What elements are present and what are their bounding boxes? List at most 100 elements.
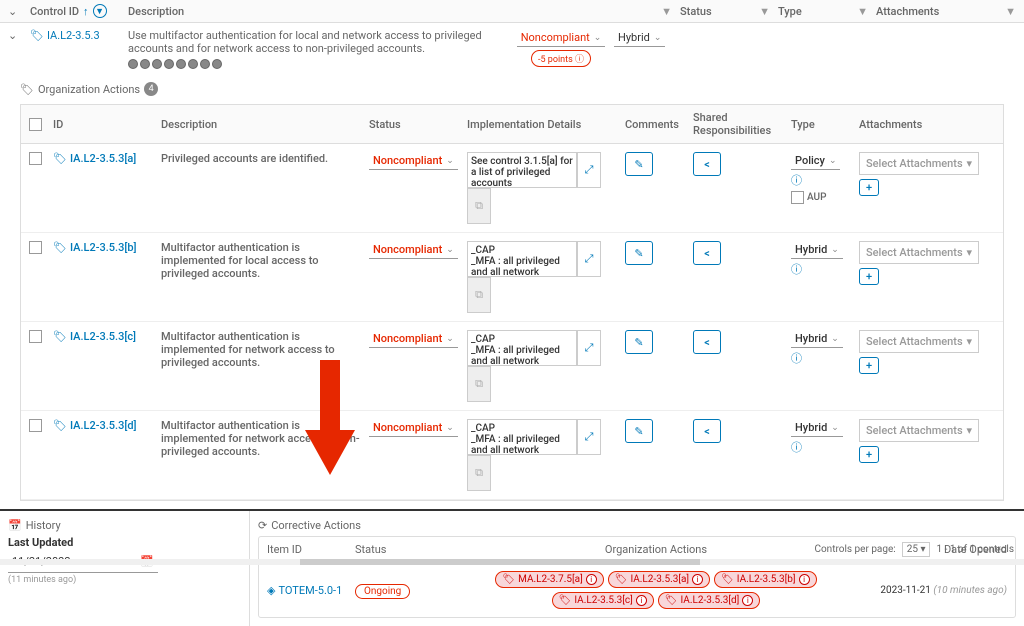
hdr-description[interactable]: Description — [128, 5, 184, 18]
hdr-status[interactable]: Status — [680, 5, 712, 18]
edit-comment-button[interactable]: ✎ — [625, 330, 653, 354]
aup-checkbox[interactable] — [791, 191, 804, 204]
row-checkbox[interactable] — [29, 419, 42, 432]
corrective-item-link[interactable]: ◈ TOTEM-5.0-1 — [267, 584, 347, 597]
info-icon[interactable]: ⓘ — [791, 350, 851, 366]
type-select[interactable]: Hybrid ⌄ — [791, 241, 843, 259]
pagination-footer: Controls per page: 25 ▾ 1 - 1 of 1 contr… — [814, 542, 1014, 557]
tag-icon: 🏷 — [20, 83, 34, 96]
calendar-icon: 📅 — [8, 519, 22, 532]
filter-icon[interactable]: ▼ — [1005, 5, 1016, 18]
status-select[interactable]: Noncompliant ⌄ — [369, 419, 458, 437]
expand-all-chevron[interactable]: ⌄ — [8, 5, 22, 18]
add-attachment-button[interactable]: + — [859, 179, 879, 196]
select-all-checkbox[interactable] — [29, 118, 42, 131]
status-select[interactable]: Noncompliant ⌄ — [369, 330, 458, 348]
expand-icon[interactable]: ⤢ — [577, 419, 601, 455]
share-button[interactable]: < — [693, 152, 721, 176]
sub-table-header: ID Description Status Implementation Det… — [21, 105, 1003, 144]
history-panel: 📅History Last Updated 11/21/2023 📅 (11 m… — [0, 511, 250, 626]
type-select[interactable]: Hybrid ⌄ — [791, 330, 843, 348]
per-page-select[interactable]: 25 ▾ — [902, 542, 931, 557]
horizontal-scrollbar[interactable] — [0, 559, 1024, 565]
org-action-tag[interactable]: 🏷MA.L2-3.7.5[a]i — [495, 571, 603, 588]
corrective-action-row: ◈ TOTEM-5.0-1 Ongoing 🏷MA.L2-3.7.5[a]i 🏷I… — [259, 563, 1015, 617]
edit-comment-button[interactable]: ✎ — [625, 241, 653, 265]
objective-dots — [128, 59, 508, 72]
status-badge-ongoing: Ongoing — [355, 584, 410, 599]
add-attachment-button[interactable]: + — [859, 357, 879, 374]
add-attachment-button[interactable]: + — [859, 446, 879, 463]
status-select[interactable]: Noncompliant ⌄ — [369, 152, 458, 170]
points-badge: -5 points ⓘ — [531, 50, 591, 67]
edit-comment-button[interactable]: ✎ — [625, 419, 653, 443]
org-action-tag[interactable]: 🏷IA.L2-3.5.3[c]i — [552, 592, 654, 609]
share-button[interactable]: < — [693, 419, 721, 443]
type-select[interactable]: Policy ⌄ — [791, 152, 840, 170]
share-button[interactable]: < — [693, 330, 721, 354]
controls-table-header: ⌄ Control ID ↑ ▼ Description ▼ Status ▼ … — [0, 0, 1024, 23]
info-icon[interactable]: ⓘ — [791, 172, 851, 188]
status-select[interactable]: Noncompliant ⌄ — [517, 29, 606, 47]
corrective-actions-panel: ⟳Corrective Actions Item ID Status Organ… — [250, 511, 1024, 626]
filter-icon[interactable]: ▼ — [759, 5, 770, 18]
hdr-attachments[interactable]: Attachments — [876, 5, 939, 18]
row-checkbox[interactable] — [29, 241, 42, 254]
table-row: 🏷IA.L2-3.5.3[a] Privileged accounts are … — [21, 144, 1003, 233]
add-attachment-button[interactable]: + — [859, 268, 879, 285]
org-actions-table: ID Description Status Implementation Det… — [20, 104, 1004, 501]
type-select[interactable]: Hybrid ⌄ — [791, 419, 843, 437]
info-icon[interactable]: ⓘ — [791, 261, 851, 277]
expand-icon[interactable]: ⤢ — [577, 152, 601, 188]
chevron-down-icon: ⌄ — [654, 33, 662, 43]
tag-icon: 🏷 — [30, 29, 44, 42]
org-action-tag[interactable]: 🏷IA.L2-3.5.3[b]i — [714, 571, 817, 588]
hdr-type[interactable]: Type — [778, 5, 802, 18]
copy-icon: ⧉ — [467, 277, 491, 313]
attachments-select[interactable]: Select Attachments▾ — [859, 241, 979, 264]
hdr-control-id[interactable]: Control ID — [30, 5, 79, 18]
filter-icon[interactable]: ▼ — [857, 5, 868, 18]
control-row: ⌄ 🏷 IA.L2-3.5.3 Use multifactor authenti… — [0, 23, 1024, 78]
action-id-link[interactable]: 🏷IA.L2-3.5.3[b] — [53, 241, 153, 254]
table-row: 🏷IA.L2-3.5.3[c] Multifactor authenticati… — [21, 322, 1003, 411]
filter-icon[interactable]: ▼ — [661, 5, 672, 18]
copy-icon: ⧉ — [467, 366, 491, 402]
implementation-details-text[interactable]: _CAP_MFA : all privileged and all networ… — [467, 419, 577, 455]
implementation-details-text[interactable]: See control 3.1.5[a] for a list of privi… — [467, 152, 577, 188]
action-id-link[interactable]: 🏷IA.L2-3.5.3[c] — [53, 330, 153, 343]
expand-icon[interactable]: ⤢ — [577, 330, 601, 366]
org-actions-header: 🏷 Organization Actions 4 — [0, 78, 1024, 100]
badge-icon: ◈ — [267, 584, 275, 597]
table-row: 🏷IA.L2-3.5.3[d] Multifactor authenticati… — [21, 411, 1003, 500]
attachments-select[interactable]: Select Attachments▾ — [859, 330, 979, 353]
chevron-down-icon: ⌄ — [594, 33, 602, 43]
control-id-link[interactable]: 🏷 IA.L2-3.5.3 — [30, 29, 120, 42]
row-checkbox[interactable] — [29, 330, 42, 343]
action-id-link[interactable]: 🏷IA.L2-3.5.3[a] — [53, 152, 153, 165]
control-description: Use multifactor authentication for local… — [128, 29, 482, 55]
implementation-details-text[interactable]: _CAP_MFA : all privileged and all networ… — [467, 241, 577, 277]
copy-icon: ⧉ — [467, 188, 491, 224]
info-icon[interactable]: ⓘ — [791, 439, 851, 455]
chevron-down-icon[interactable]: ⌄ — [8, 29, 22, 42]
implementation-details-text[interactable]: _CAP_MFA : all privileged and all networ… — [467, 330, 577, 366]
type-select[interactable]: Hybrid ⌄ — [614, 29, 665, 47]
filter-circled-icon[interactable]: ▼ — [93, 4, 107, 18]
table-row: 🏷IA.L2-3.5.3[b] Multifactor authenticati… — [21, 233, 1003, 322]
bottom-panels: 📅History Last Updated 11/21/2023 📅 (11 m… — [0, 509, 1024, 626]
org-action-tag[interactable]: 🏷IA.L2-3.5.3[a]i — [608, 571, 710, 588]
action-id-link[interactable]: 🏷IA.L2-3.5.3[d] — [53, 419, 153, 432]
edit-comment-button[interactable]: ✎ — [625, 152, 653, 176]
org-action-tag[interactable]: 🏷IA.L2-3.5.3[d]i — [658, 592, 761, 609]
org-actions-count: 4 — [144, 82, 158, 96]
row-checkbox[interactable] — [29, 152, 42, 165]
share-button[interactable]: < — [693, 241, 721, 265]
expand-icon[interactable]: ⤢ — [577, 241, 601, 277]
status-select[interactable]: Noncompliant ⌄ — [369, 241, 458, 259]
attachments-select[interactable]: Select Attachments▾ — [859, 419, 979, 442]
sort-arrow-icon[interactable]: ↑ — [83, 5, 89, 18]
attachments-select[interactable]: Select Attachments▾ — [859, 152, 979, 175]
copy-icon: ⧉ — [467, 455, 491, 491]
refresh-icon: ⟳ — [258, 519, 267, 532]
